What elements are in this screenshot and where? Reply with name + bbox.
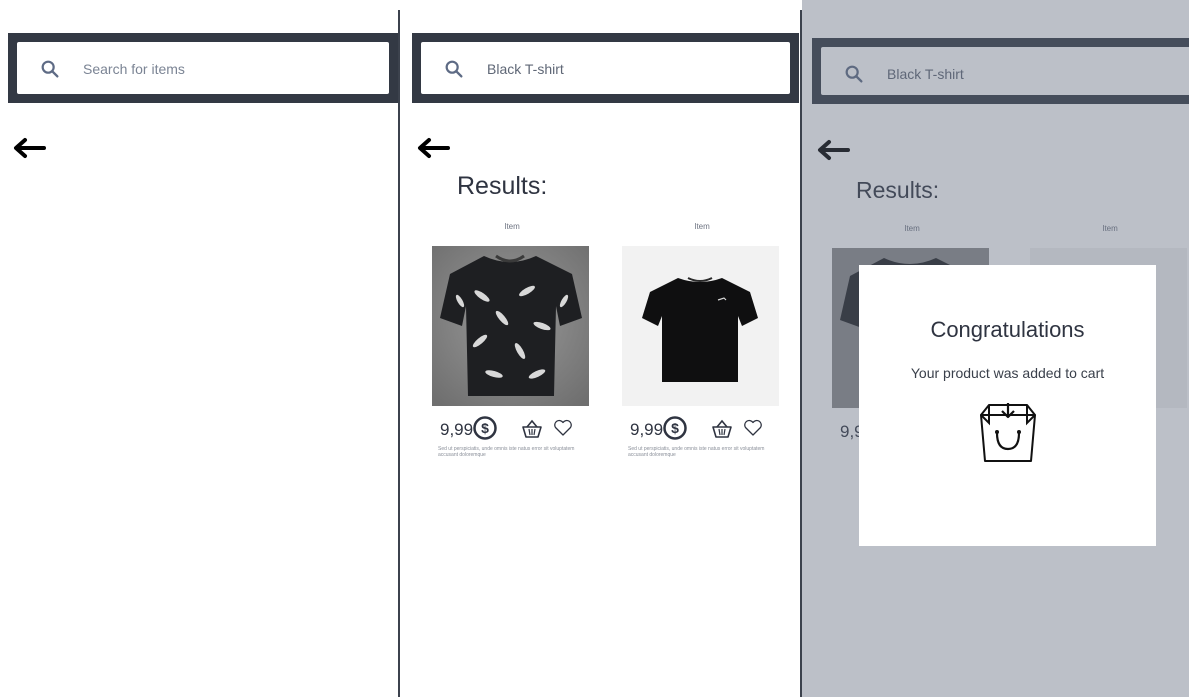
- item-description: Sed ut perspiciatis, unde omnis iste nat…: [628, 446, 765, 458]
- modal-title: Congratulations: [930, 317, 1085, 342]
- price: 9,99: [440, 420, 474, 439]
- basket-icon[interactable]: [711, 419, 733, 439]
- svg-text:$: $: [481, 420, 489, 436]
- item-label: Item: [504, 222, 520, 231]
- dollar-icon: $: [663, 416, 687, 440]
- search-value: Black T-shirt: [487, 61, 564, 77]
- screen-search-results: Black T-shirt Results: Item 9,99 $ Sed u…: [400, 0, 799, 697]
- search-input[interactable]: Search for items: [17, 42, 389, 94]
- search-placeholder: Search for items: [83, 61, 185, 77]
- back-arrow-icon[interactable]: [416, 137, 450, 159]
- heart-icon[interactable]: [743, 419, 763, 437]
- svg-text:$: $: [671, 420, 679, 436]
- modal-message: Your product was added to cart: [910, 365, 1105, 381]
- product-card[interactable]: Item 9,99 $ Sed ut perspiciatis, unde om…: [622, 222, 782, 458]
- item-label: Item: [694, 222, 710, 231]
- price-row: 9,99 $: [432, 416, 592, 442]
- search-icon: [41, 60, 59, 78]
- screen-search-empty: Search for items: [0, 0, 398, 697]
- search-icon: [445, 60, 463, 78]
- price: 9,99: [630, 420, 664, 439]
- heart-icon[interactable]: [553, 419, 573, 437]
- back-arrow-icon[interactable]: [12, 137, 46, 159]
- confirmation-modal: Congratulations Your product was added t…: [859, 265, 1156, 546]
- product-image-black-tshirt[interactable]: [622, 246, 779, 406]
- results-title: Results:: [457, 172, 548, 200]
- dollar-icon: $: [473, 416, 497, 440]
- search-bar: Search for items: [8, 33, 398, 103]
- product-card[interactable]: Item: [432, 222, 592, 458]
- screen-added-to-cart: Black T-shirt Results: Item 9,9 Item Con…: [802, 0, 1189, 697]
- price-row: 9,99 $: [622, 416, 782, 442]
- search-input[interactable]: Black T-shirt: [421, 42, 790, 94]
- shopping-bag-icon: [979, 403, 1036, 462]
- search-bar: Black T-shirt: [412, 33, 799, 103]
- item-description: Sed ut perspiciatis, unde omnis iste nat…: [438, 446, 575, 458]
- basket-icon[interactable]: [521, 419, 543, 439]
- product-image-patterned-tshirt[interactable]: [432, 246, 589, 406]
